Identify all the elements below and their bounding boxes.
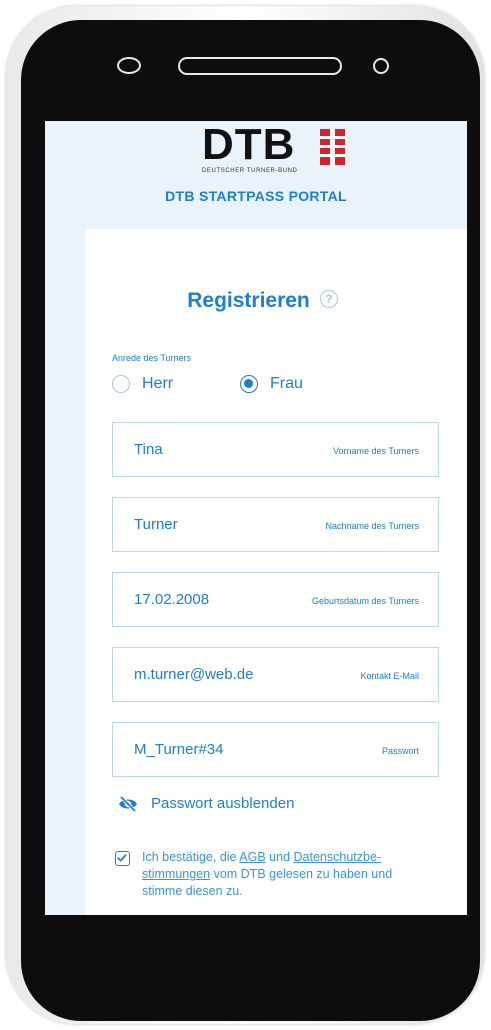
birthdate-label: Geburtsdatum des Turners (311, 596, 419, 606)
first-name-value[interactable]: Tina (134, 441, 163, 458)
email-label: Kontakt E-Mail (360, 671, 419, 681)
consent-text: Ich bestätige, die AGB und Datenschutzbe… (142, 849, 422, 900)
salutation-label: Anrede des Turners (112, 353, 192, 363)
radio-herr-circle[interactable] (112, 375, 130, 393)
first-name-field[interactable]: Tina Vorname des Turners (112, 422, 439, 477)
eye-slash-icon (119, 795, 137, 812)
registration-card: Registrieren? Anrede des Turners Herr Fr… (85, 229, 467, 915)
radio-frau[interactable]: Frau (240, 373, 303, 395)
dtb-logo[interactable]: DTB DEUTSCHER TURNER-BUND (202, 121, 352, 174)
page-title-text: Registrieren (187, 289, 310, 312)
privacy-link-part2[interactable]: stimmungen (142, 867, 210, 881)
page-title: Registrieren? (85, 289, 440, 313)
privacy-link-part1[interactable]: Datenschutzbe- (294, 850, 382, 864)
speaker-grille (178, 57, 342, 75)
page-header: DTB DEUTSCHER TURNER-BUND DTB STARTPASS … (45, 121, 467, 229)
password-field[interactable]: M_Turner#34 Passwort (112, 722, 439, 777)
agb-link[interactable]: AGB (239, 850, 265, 864)
radio-herr[interactable]: Herr (112, 373, 173, 395)
app-screen: DTB DEUTSCHER TURNER-BUND DTB STARTPASS … (45, 121, 467, 915)
dtb-logo-icon (320, 129, 345, 165)
consent-text-part2: und (265, 850, 294, 864)
first-name-label: Vorname des Turners (332, 446, 419, 456)
radio-herr-label: Herr (142, 375, 174, 392)
portal-title: DTB STARTPASS PORTAL (165, 188, 347, 204)
toggle-password-button[interactable]: Passwort ausblenden (118, 795, 294, 812)
consent-checkbox[interactable] (115, 851, 130, 866)
radio-frau-label: Frau (270, 375, 303, 392)
last-name-label: Nachname des Turners (325, 521, 419, 531)
help-icon[interactable]: ? (319, 290, 338, 309)
sensor-icon (373, 58, 389, 74)
password-value[interactable]: M_Turner#34 (134, 741, 224, 758)
last-name-field[interactable]: Turner Nachname des Turners (112, 497, 439, 552)
radio-frau-circle[interactable] (240, 375, 258, 393)
password-label: Passwort (381, 746, 419, 756)
email-field[interactable]: m.turner@web.de Kontakt E-Mail (112, 647, 439, 702)
logo-subtitle: DEUTSCHER TURNER-BUND (202, 168, 298, 174)
check-icon (117, 854, 127, 862)
front-camera-icon (117, 57, 141, 74)
email-value[interactable]: m.turner@web.de (134, 666, 253, 683)
birthdate-value[interactable]: 17.02.2008 (134, 591, 209, 608)
birthdate-field[interactable]: 17.02.2008 Geburtsdatum des Turners (112, 572, 439, 627)
consent-text-part1: Ich bestätige, die (142, 850, 240, 864)
last-name-value[interactable]: Turner (134, 516, 178, 533)
logo-text: DTB (202, 121, 296, 169)
toggle-password-label: Passwort ausblenden (151, 795, 295, 812)
